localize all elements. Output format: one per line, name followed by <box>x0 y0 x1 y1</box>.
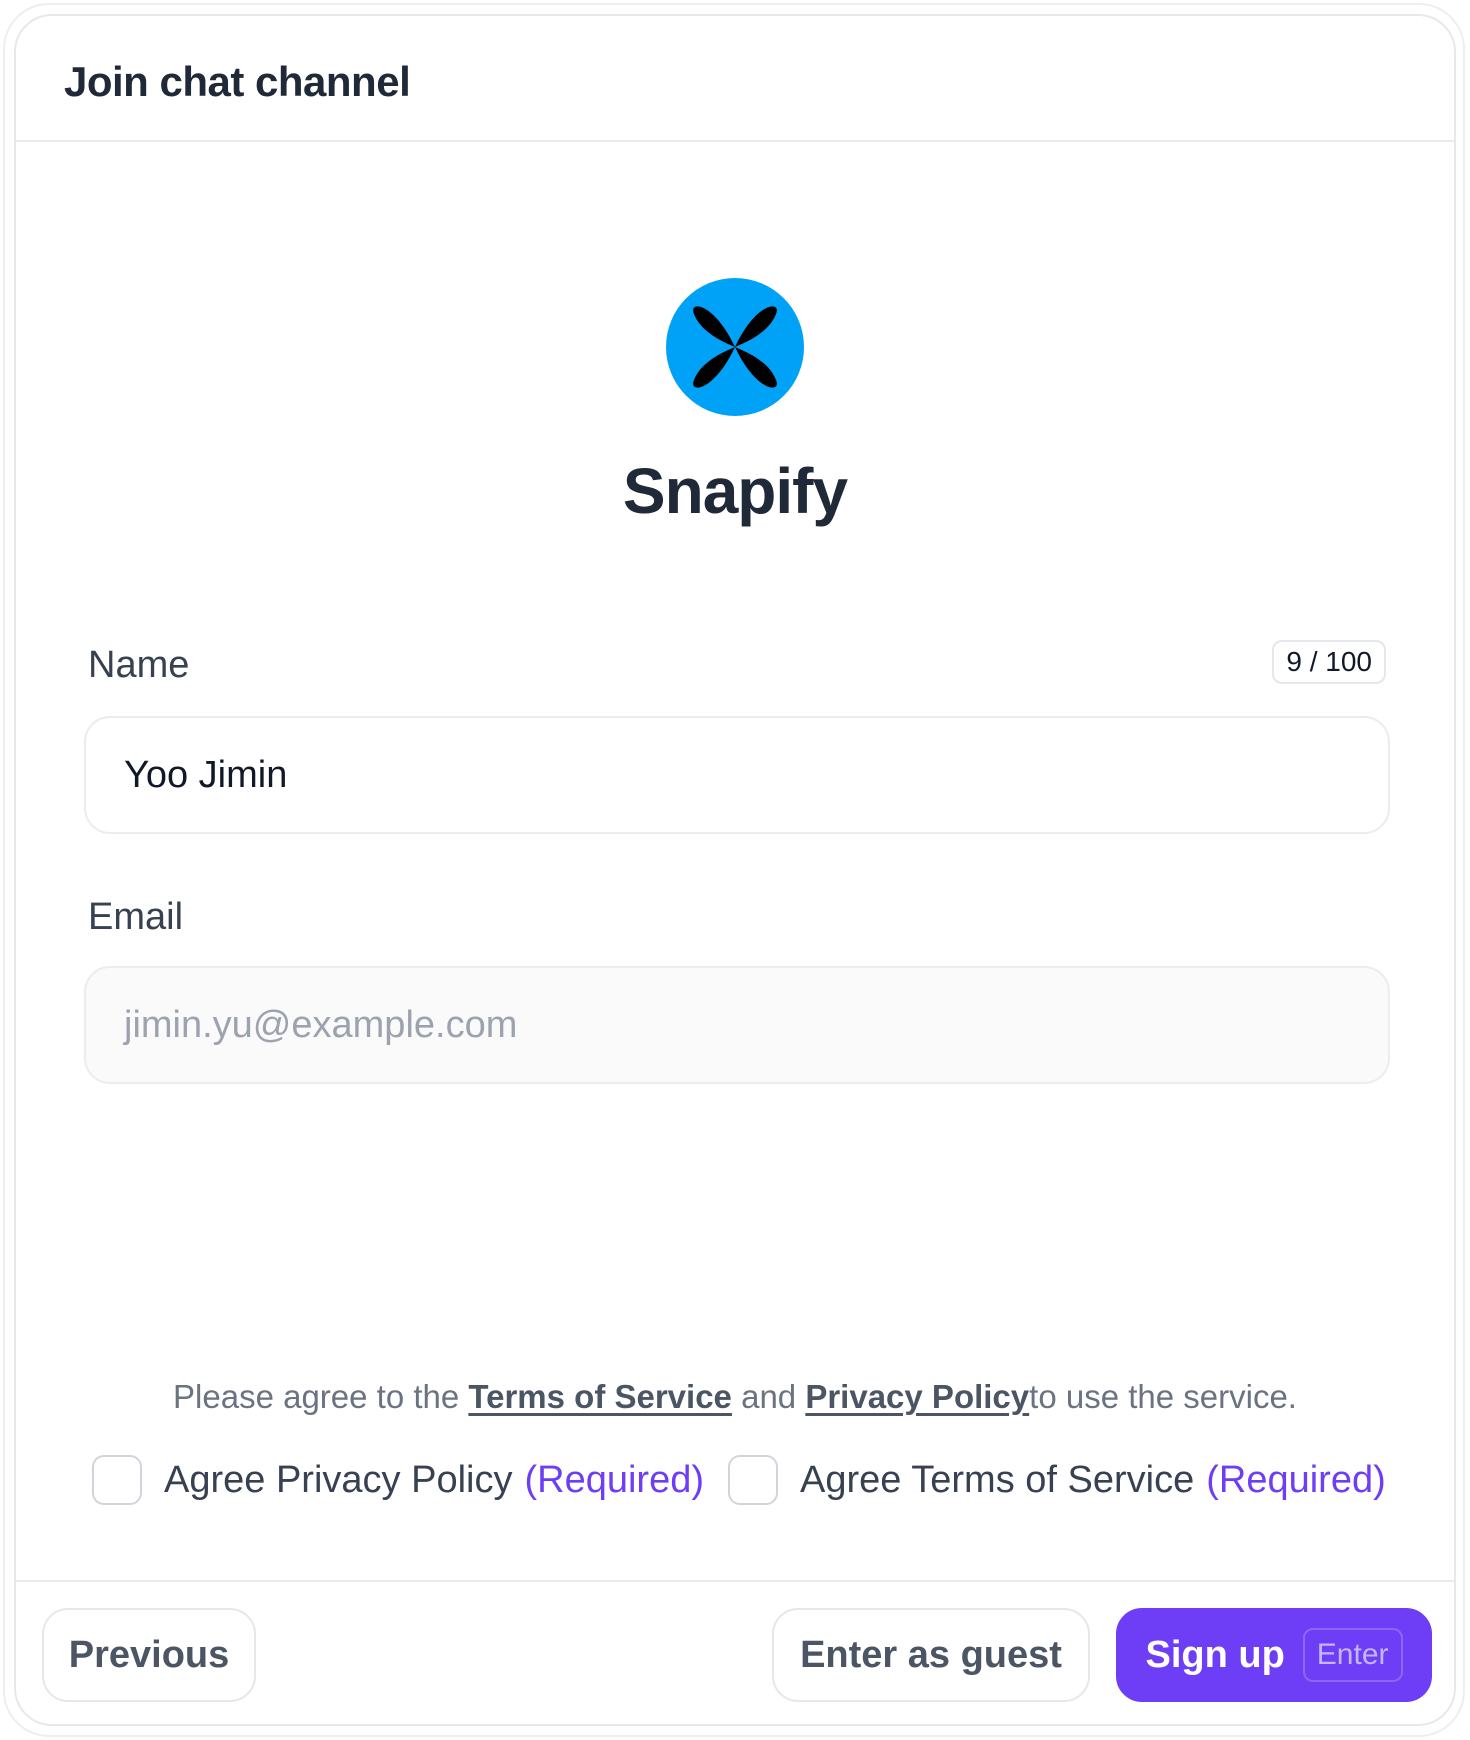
name-label: Name <box>88 644 190 686</box>
privacy-required-tag: (Required) <box>524 1458 704 1501</box>
privacy-consent[interactable]: Agree Privacy Policy (Required) <box>92 1450 704 1510</box>
brand-logo <box>666 278 804 416</box>
terms-required-tag: (Required) <box>1206 1458 1386 1501</box>
email-input[interactable]: jimin.yu@example.com <box>84 966 1390 1084</box>
privacy-consent-checkbox[interactable] <box>92 1455 142 1505</box>
brand-name: Snapify <box>622 455 848 527</box>
name-char-counter: 9 / 100 <box>1272 640 1386 684</box>
privacy-consent-label: Agree Privacy Policy <box>164 1458 513 1501</box>
butterfly-x-logo-icon <box>693 306 777 388</box>
sign-up-label: Sign up <box>1145 1633 1285 1676</box>
privacy-policy-link[interactable]: Privacy Policy <box>805 1378 1029 1415</box>
terms-suffix: to use the service. <box>1029 1378 1297 1415</box>
enter-as-guest-button[interactable]: Enter as guest <box>772 1608 1090 1702</box>
terms-consent[interactable]: Agree Terms of Service (Required) <box>728 1450 1386 1510</box>
terms-consent-label: Agree Terms of Service <box>800 1458 1195 1501</box>
previous-button[interactable]: Previous <box>42 1608 256 1702</box>
dialog-title: Join chat channel <box>64 58 411 105</box>
terms-notice: Please agree to the Terms of Service and… <box>16 1378 1454 1416</box>
name-input[interactable]: Yoo Jimin <box>84 716 1390 834</box>
dialog-header: Join chat channel <box>16 16 1454 142</box>
join-channel-dialog: Join chat channel Snapify Name 9 / 100 Y… <box>14 14 1456 1726</box>
enter-shortcut-hint: Enter <box>1302 1628 1403 1682</box>
terms-prefix: Please agree to the <box>173 1378 469 1415</box>
terms-consent-checkbox[interactable] <box>728 1455 778 1505</box>
terms-and: and <box>731 1378 806 1415</box>
email-label: Email <box>88 896 184 938</box>
terms-of-service-link[interactable]: Terms of Service <box>468 1378 732 1415</box>
sign-up-button[interactable]: Sign up Enter <box>1116 1608 1432 1702</box>
